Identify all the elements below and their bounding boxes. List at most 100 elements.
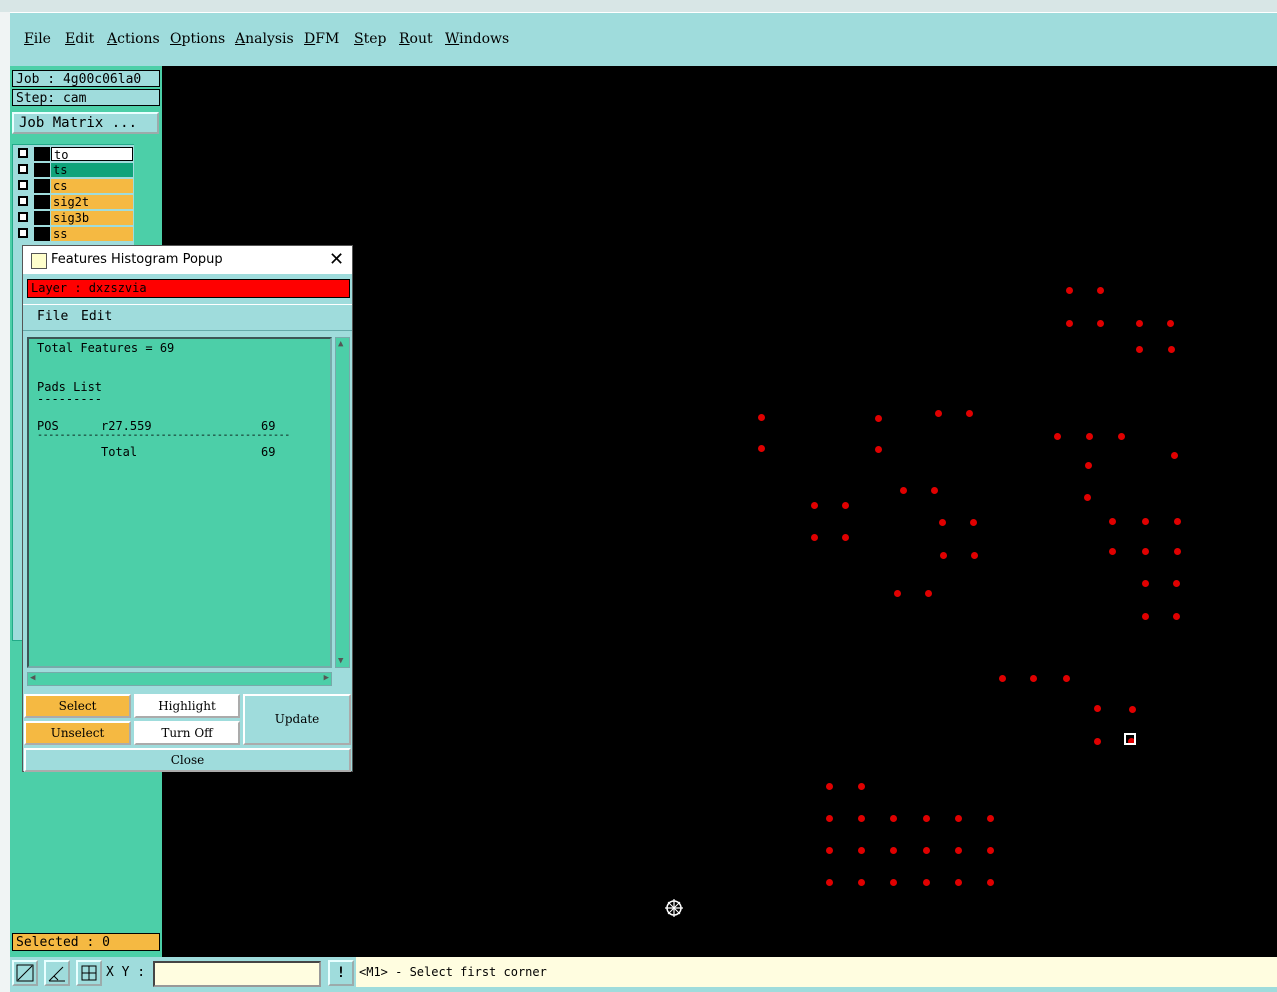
via-pad[interactable] <box>987 847 994 854</box>
via-pad[interactable] <box>858 783 865 790</box>
grid-button[interactable] <box>76 960 102 986</box>
unselect-button[interactable]: Unselect <box>24 721 131 745</box>
layer-row-ts[interactable]: ts <box>16 163 134 177</box>
measure-button[interactable] <box>44 960 70 986</box>
via-pad[interactable] <box>1136 346 1143 353</box>
via-pad[interactable] <box>842 502 849 509</box>
via-pad[interactable] <box>1173 580 1180 587</box>
scroll-left-icon[interactable]: ◀ <box>30 673 35 683</box>
via-pad[interactable] <box>1142 548 1149 555</box>
via-pad[interactable] <box>900 487 907 494</box>
via-pad[interactable] <box>826 879 833 886</box>
via-pad[interactable] <box>923 815 930 822</box>
via-pad[interactable] <box>1084 494 1091 501</box>
via-pad[interactable] <box>858 879 865 886</box>
via-pad[interactable] <box>955 847 962 854</box>
layer-row-sig3b[interactable]: sig3b <box>16 211 134 225</box>
via-pad[interactable] <box>858 815 865 822</box>
menu-file[interactable]: File <box>24 31 51 47</box>
via-pad[interactable] <box>890 879 897 886</box>
histogram-report[interactable]: Total Features = 69 Pads List --------- … <box>27 337 332 668</box>
via-pad[interactable] <box>758 414 765 421</box>
via-pad[interactable] <box>875 446 882 453</box>
menu-rout[interactable]: Rout <box>399 31 433 47</box>
via-pad[interactable] <box>858 847 865 854</box>
via-pad[interactable] <box>925 590 932 597</box>
via-pad[interactable] <box>1066 320 1073 327</box>
via-pad[interactable] <box>1097 320 1104 327</box>
close-icon[interactable]: ✕ <box>329 246 344 274</box>
via-pad[interactable] <box>826 847 833 854</box>
via-pad[interactable] <box>1054 433 1061 440</box>
via-pad[interactable] <box>875 415 882 422</box>
via-pad[interactable] <box>970 519 977 526</box>
scroll-right-icon[interactable]: ▶ <box>324 673 329 683</box>
menu-options[interactable]: Options <box>170 31 225 47</box>
report-vertical-scrollbar[interactable]: ▲ ▼ <box>335 337 350 668</box>
via-pad[interactable] <box>955 815 962 822</box>
via-pad[interactable] <box>811 534 818 541</box>
via-pad[interactable] <box>1086 433 1093 440</box>
via-pad[interactable] <box>826 815 833 822</box>
layer-checkbox[interactable] <box>18 212 28 222</box>
via-pad[interactable] <box>939 519 946 526</box>
update-button[interactable]: Update <box>243 694 351 745</box>
via-pad[interactable] <box>1063 675 1070 682</box>
zoom-area-button[interactable] <box>12 960 38 986</box>
via-pad[interactable] <box>1167 320 1174 327</box>
via-pad[interactable] <box>1136 320 1143 327</box>
via-pad[interactable] <box>987 879 994 886</box>
via-pad[interactable] <box>1066 287 1073 294</box>
via-pad[interactable] <box>1030 675 1037 682</box>
job-matrix-button[interactable]: Job Matrix ... <box>12 112 159 134</box>
via-pad[interactable] <box>842 534 849 541</box>
via-pad[interactable] <box>931 487 938 494</box>
via-pad[interactable] <box>894 590 901 597</box>
close-button[interactable]: Close <box>24 748 351 772</box>
report-horizontal-scrollbar[interactable]: ◀ ▶ <box>27 672 332 686</box>
layer-row-cs[interactable]: cs <box>16 179 134 193</box>
via-pad[interactable] <box>999 675 1006 682</box>
menu-edit[interactable]: Edit <box>65 31 94 47</box>
via-pad[interactable] <box>1173 613 1180 620</box>
via-pad[interactable] <box>935 410 942 417</box>
via-pad[interactable] <box>758 445 765 452</box>
via-pad[interactable] <box>1094 705 1101 712</box>
via-pad[interactable] <box>1171 452 1178 459</box>
highlight-button[interactable]: Highlight <box>134 694 240 718</box>
via-pad[interactable] <box>826 783 833 790</box>
via-pad[interactable] <box>1142 518 1149 525</box>
menu-actions[interactable]: Actions <box>107 31 160 47</box>
via-pad[interactable] <box>1094 738 1101 745</box>
layer-checkbox[interactable] <box>18 148 28 158</box>
via-pad[interactable] <box>1109 548 1116 555</box>
turn-off-button[interactable]: Turn Off <box>134 721 240 745</box>
popup-menu-edit[interactable]: Edit <box>81 305 112 328</box>
via-pad[interactable] <box>971 552 978 559</box>
via-pad[interactable] <box>923 879 930 886</box>
scroll-down-icon[interactable]: ▼ <box>338 656 343 666</box>
via-pad[interactable] <box>1142 580 1149 587</box>
via-pad[interactable] <box>890 847 897 854</box>
via-pad[interactable] <box>1129 706 1136 713</box>
layer-row-ss[interactable]: ss <box>16 227 134 241</box>
via-pad[interactable] <box>987 815 994 822</box>
via-pad[interactable] <box>940 552 947 559</box>
xy-input[interactable] <box>153 961 321 987</box>
select-button[interactable]: Select <box>24 694 131 718</box>
layer-checkbox[interactable] <box>18 164 28 174</box>
via-pad[interactable] <box>890 815 897 822</box>
via-pad[interactable] <box>923 847 930 854</box>
via-pad[interactable] <box>1118 433 1125 440</box>
layer-checkbox[interactable] <box>18 196 28 206</box>
via-pad[interactable] <box>1174 548 1181 555</box>
via-pad[interactable] <box>966 410 973 417</box>
via-pad[interactable] <box>1168 346 1175 353</box>
layer-checkbox[interactable] <box>18 228 28 238</box>
via-pad[interactable] <box>811 502 818 509</box>
menu-step[interactable]: Step <box>354 31 386 47</box>
via-pad[interactable] <box>1174 518 1181 525</box>
via-pad[interactable] <box>1142 613 1149 620</box>
via-pad[interactable] <box>1109 518 1116 525</box>
via-pad[interactable] <box>1085 462 1092 469</box>
